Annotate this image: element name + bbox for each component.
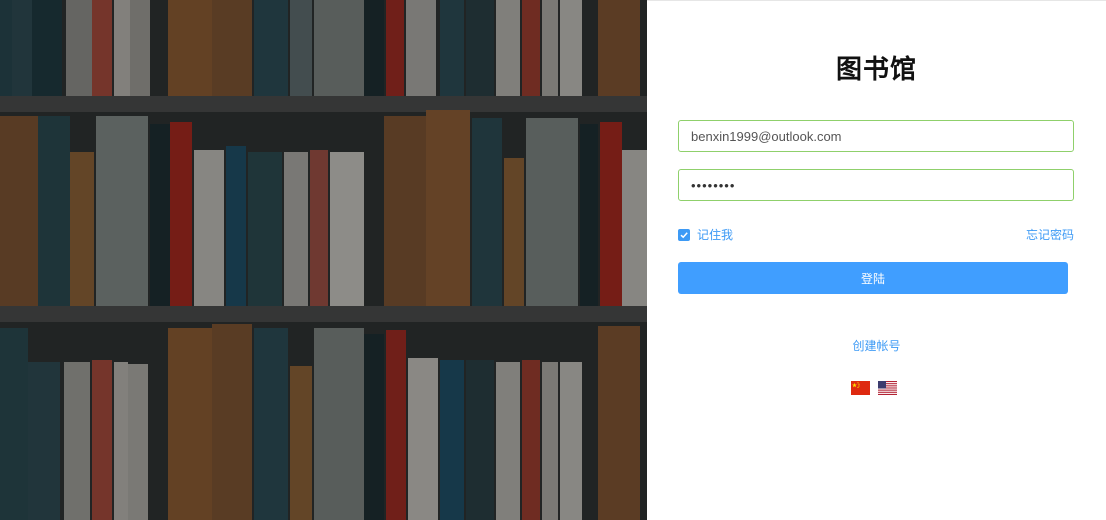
email-field[interactable] (678, 120, 1074, 152)
remember-me-checkbox[interactable]: 记住我 (678, 226, 733, 243)
remember-me-label: 记住我 (697, 228, 734, 242)
usa-flag-icon[interactable] (878, 381, 897, 395)
china-flag-icon[interactable] (851, 381, 870, 395)
login-panel: 图书馆 记住我 忘记密码 登陆 创建帐号 (647, 0, 1106, 520)
language-switcher (851, 381, 897, 395)
forgot-password-link[interactable]: 忘记密码 (1026, 226, 1074, 243)
checkbox-checked-icon[interactable] (678, 228, 690, 241)
login-button[interactable]: 登陆 (678, 262, 1068, 294)
bookshelf-background-image (0, 0, 647, 520)
page-title: 图书馆 (835, 55, 917, 85)
password-field[interactable] (678, 169, 1074, 201)
create-account-link[interactable]: 创建帐号 (647, 337, 1106, 354)
